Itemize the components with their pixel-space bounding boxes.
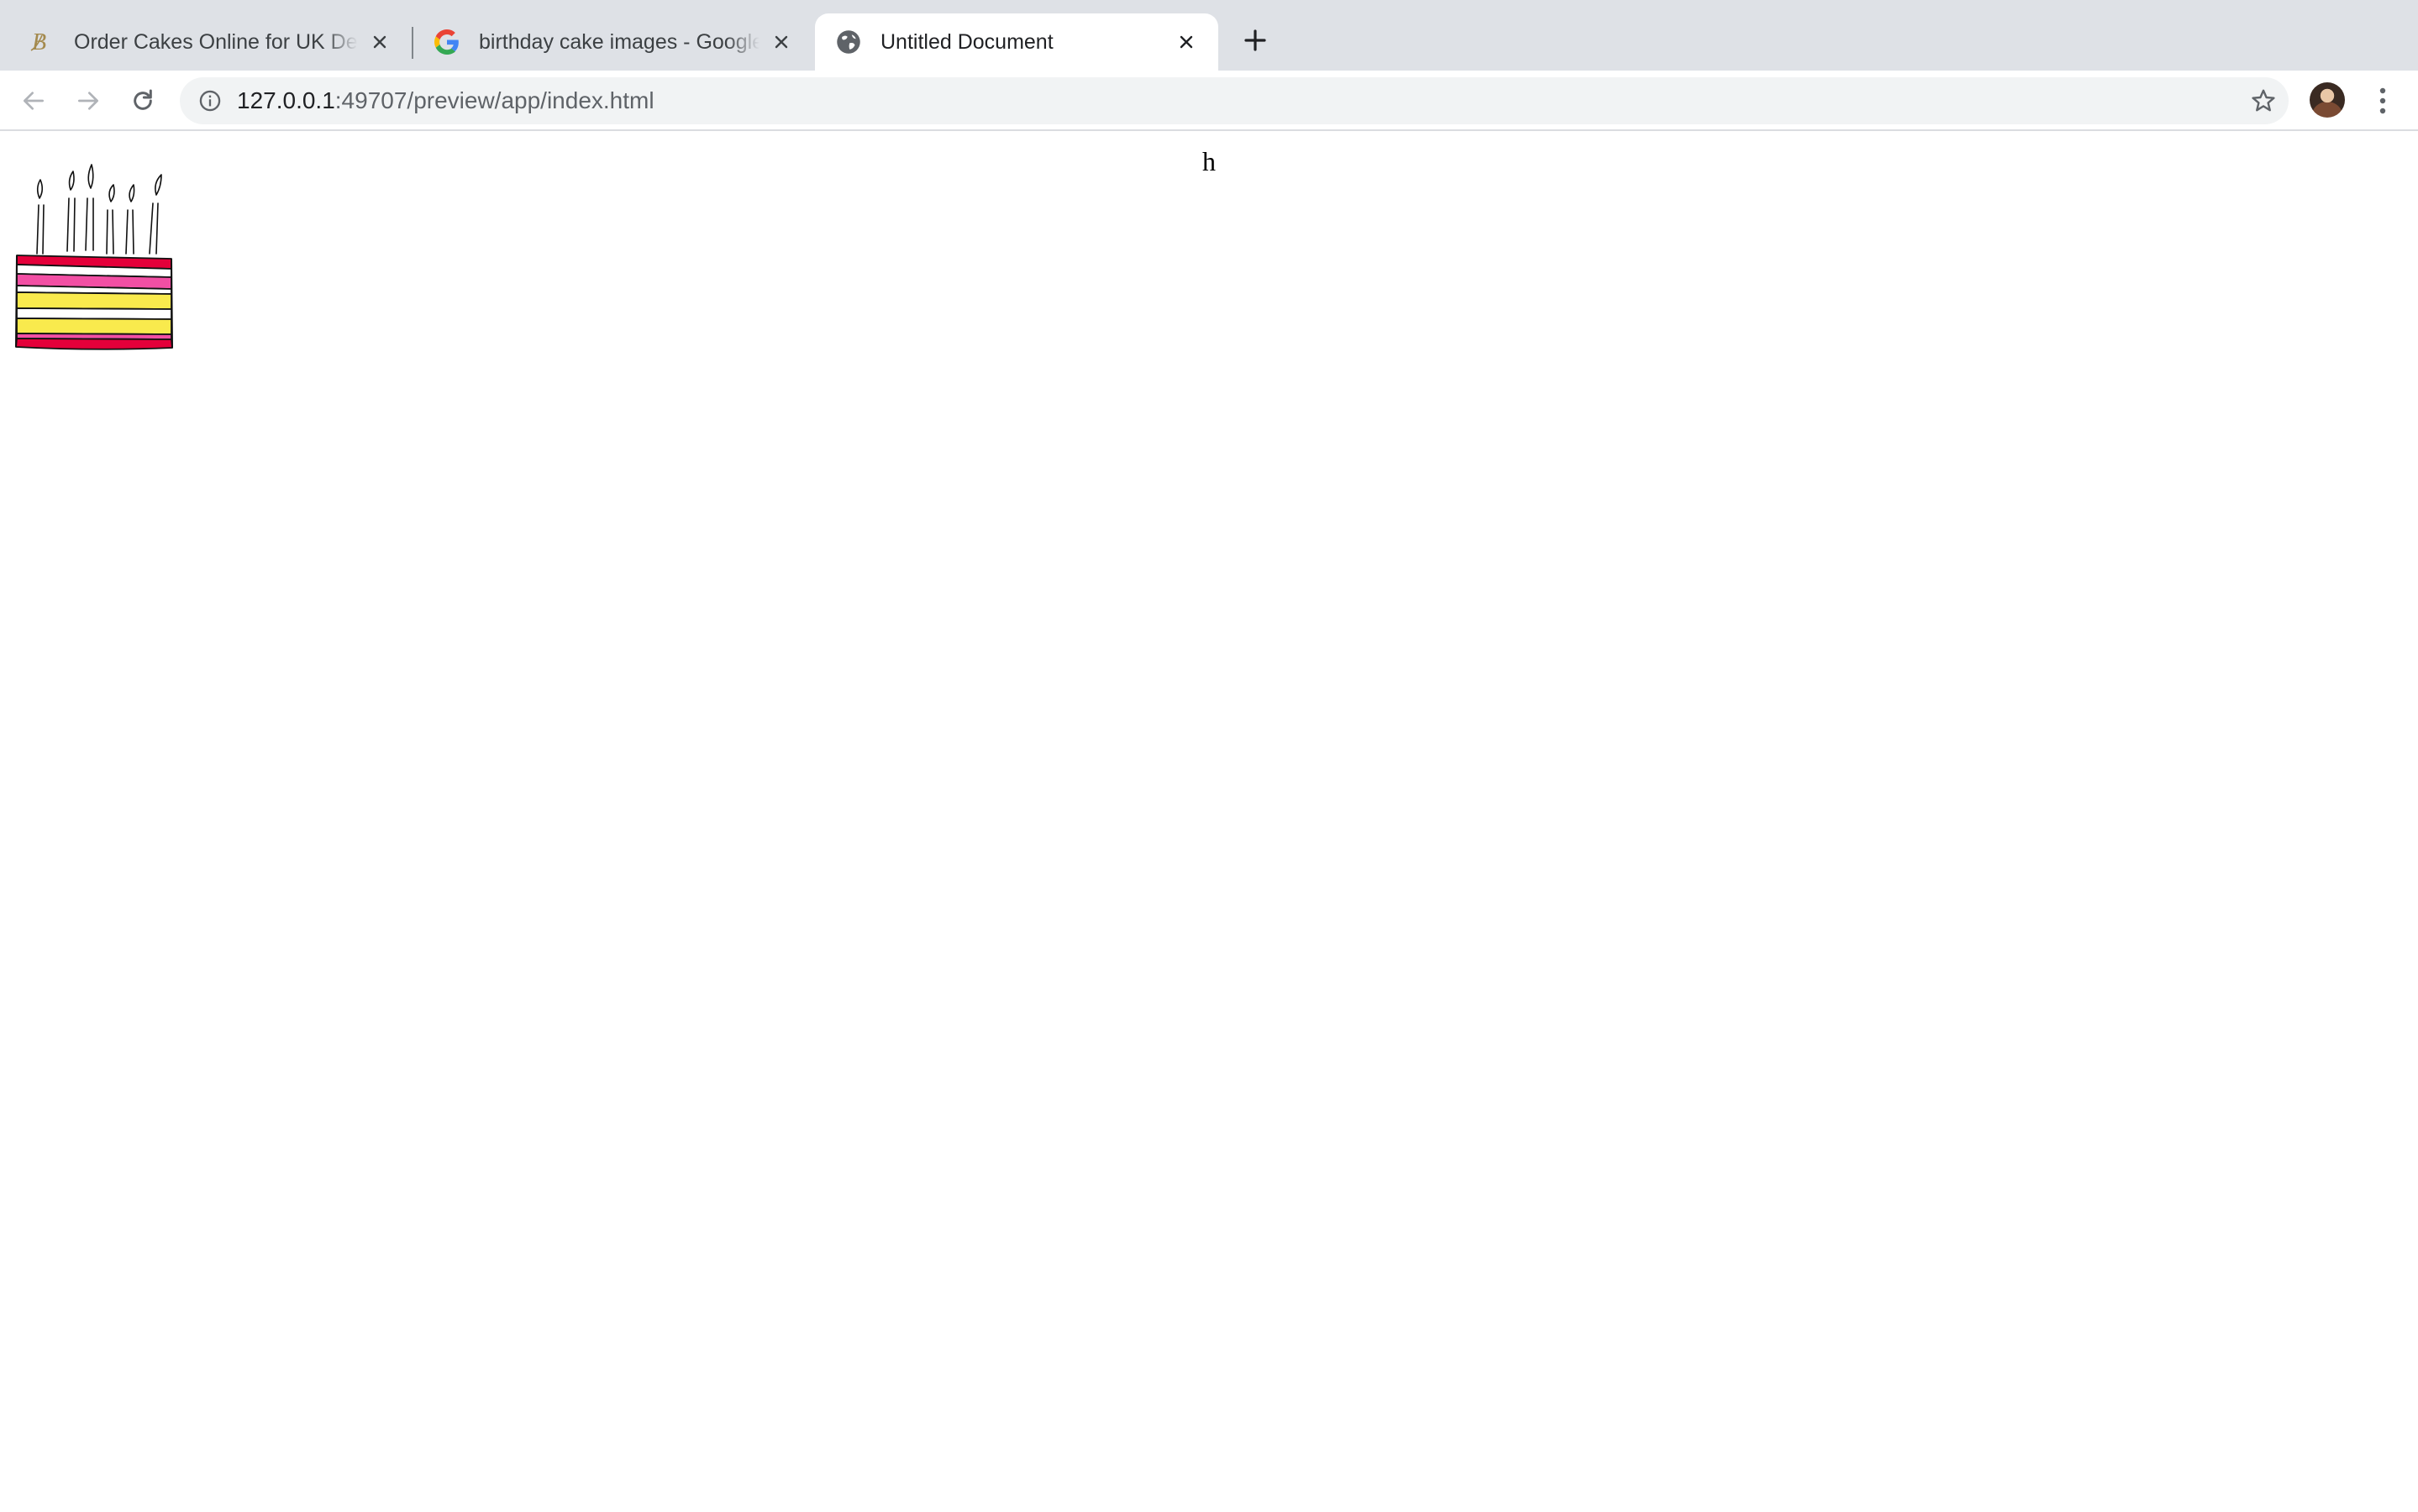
script-b-icon: B bbox=[29, 29, 55, 55]
avatar[interactable] bbox=[2310, 82, 2345, 118]
kebab-menu-icon[interactable] bbox=[2366, 81, 2400, 121]
forward-button[interactable] bbox=[68, 81, 108, 121]
page-viewport: h bbox=[0, 133, 2418, 1512]
arrow-left-icon bbox=[24, 92, 44, 110]
tab-title: Order Cakes Online for UK Deli bbox=[74, 29, 358, 54]
info-icon[interactable] bbox=[197, 87, 223, 114]
page-text: h bbox=[1202, 146, 1216, 176]
tab-title: birthday cake images - Google bbox=[479, 29, 760, 54]
url-path: :49707/preview/app/index.html bbox=[334, 87, 654, 113]
browser-toolbar: 127.0.0.1:49707/preview/app/index.html bbox=[0, 71, 2418, 131]
close-icon[interactable] bbox=[768, 29, 795, 55]
arrow-right-icon bbox=[78, 92, 98, 110]
url-text[interactable]: 127.0.0.1:49707/preview/app/index.html bbox=[237, 77, 654, 124]
google-g-icon bbox=[434, 29, 460, 55]
globe-icon bbox=[835, 29, 862, 55]
reload-icon bbox=[134, 89, 152, 110]
close-icon[interactable] bbox=[1173, 29, 1200, 55]
tab-order-cakes[interactable]: B Order Cakes Online for UK Deli bbox=[0, 13, 412, 71]
back-button[interactable] bbox=[13, 81, 54, 121]
tab-google-images[interactable]: birthday cake images - Google bbox=[413, 13, 813, 71]
close-icon[interactable] bbox=[366, 29, 393, 55]
tab-title: Untitled Document bbox=[880, 29, 1054, 54]
star-icon[interactable] bbox=[2247, 84, 2280, 118]
tab-strip: B Order Cakes Online for UK Deli birthda… bbox=[0, 0, 2418, 71]
new-tab-button[interactable] bbox=[1237, 22, 1274, 59]
url-host: 127.0.0.1 bbox=[237, 87, 335, 113]
tab-untitled-document[interactable]: Untitled Document bbox=[815, 13, 1218, 71]
reload-button[interactable] bbox=[123, 81, 163, 121]
plus-icon bbox=[1244, 29, 1266, 51]
address-bar[interactable]: 127.0.0.1:49707/preview/app/index.html bbox=[180, 77, 2289, 124]
